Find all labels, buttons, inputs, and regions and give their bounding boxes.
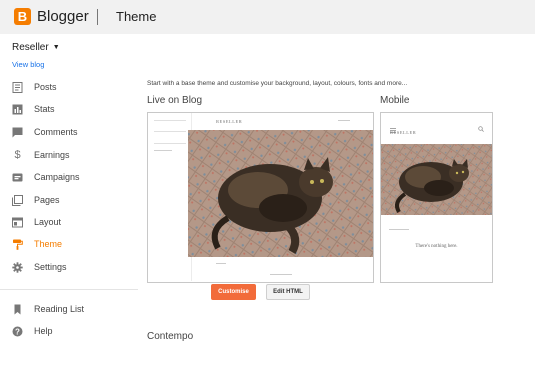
preview-footer: [270, 274, 292, 275]
sidebar-divider: [0, 289, 138, 290]
edit-html-button[interactable]: Edit HTML: [266, 284, 310, 300]
mobile-blog-title: RESELLER: [390, 130, 417, 135]
sidebar-item-reading-list[interactable]: Reading List: [12, 302, 132, 316]
mobile-empty-message: There's nothing here.: [415, 244, 458, 249]
desktop-theme-preview[interactable]: RESELLER: [147, 112, 374, 283]
preview-post-meta: [216, 263, 226, 264]
preview-search-bar: [338, 120, 350, 121]
sidebar-item-comments[interactable]: Comments: [12, 125, 132, 139]
layout-icon: [12, 217, 23, 228]
sidebar-item-pages[interactable]: Pages: [12, 193, 132, 207]
svg-text:?: ?: [15, 327, 20, 336]
view-blog-link[interactable]: View blog: [12, 60, 44, 69]
sidebar-item-help[interactable]: ? Help: [12, 324, 132, 338]
sidebar-item-label: Comments: [34, 126, 78, 137]
sidebar-item-label: Reading List: [34, 303, 85, 314]
contempo-theme-label: Contempo: [147, 331, 194, 342]
dollar-icon: $: [14, 149, 21, 161]
live-on-blog-label: Live on Blog: [147, 95, 203, 106]
paint-roller-icon: [12, 239, 23, 250]
blog-name: Reseller: [12, 42, 49, 53]
top-bar: B Blogger Theme: [0, 0, 535, 34]
sidebar-item-earnings[interactable]: $ Earnings: [12, 148, 132, 162]
sidebar-item-stats[interactable]: Stats: [12, 102, 132, 116]
mobile-cat-photo: [381, 144, 492, 215]
sidebar-item-label: Earnings: [34, 149, 70, 160]
campaigns-icon: [12, 172, 23, 183]
comments-icon: [12, 127, 23, 138]
mobile-theme-preview[interactable]: RESELLER There's nothing here.: [380, 112, 493, 283]
sidebar-item-label: Help: [34, 325, 53, 336]
caret-down-icon: ▼: [52, 44, 60, 51]
title-divider: [97, 9, 98, 25]
sidebar-item-label: Posts: [34, 81, 57, 92]
preview-sidebar: [150, 113, 192, 281]
sidebar-item-posts[interactable]: Posts: [12, 80, 132, 94]
search-icon: [478, 119, 484, 137]
sidebar-item-label: Stats: [34, 103, 55, 114]
gear-icon: [12, 261, 23, 273]
page-title: Theme: [116, 9, 157, 24]
sidebar-item-theme[interactable]: Theme: [12, 237, 132, 251]
stats-icon: [12, 104, 23, 115]
sidebar-item-label: Layout: [34, 216, 62, 227]
sidebar-item-label: Settings: [34, 261, 67, 272]
posts-icon: [12, 81, 23, 93]
cat-photo: [188, 130, 373, 257]
sidebar-item-label: Theme: [34, 238, 63, 249]
blog-selector[interactable]: Reseller ▼: [12, 42, 60, 55]
blogger-logo[interactable]: B: [14, 8, 31, 25]
sidebar-item-layout[interactable]: Layout: [12, 215, 132, 229]
mobile-post-meta: [389, 229, 409, 230]
bookmark-icon: [12, 304, 23, 315]
sidebar-item-label: Campaigns: [34, 171, 80, 182]
hamburger-icon: [390, 120, 396, 138]
customise-button[interactable]: Customise: [211, 284, 256, 300]
help-icon: ?: [12, 326, 23, 337]
mobile-label: Mobile: [380, 95, 410, 106]
pages-icon: [12, 194, 23, 206]
sidebar-item-label: Pages: [34, 194, 60, 205]
sidebar-item-campaigns[interactable]: Campaigns: [12, 170, 132, 184]
preview-blog-title: RESELLER: [216, 119, 243, 124]
brand-name: Blogger: [37, 8, 89, 25]
theme-intro-text: Start with a base theme and customise yo…: [147, 80, 408, 87]
sidebar-item-settings[interactable]: Settings: [12, 260, 132, 274]
